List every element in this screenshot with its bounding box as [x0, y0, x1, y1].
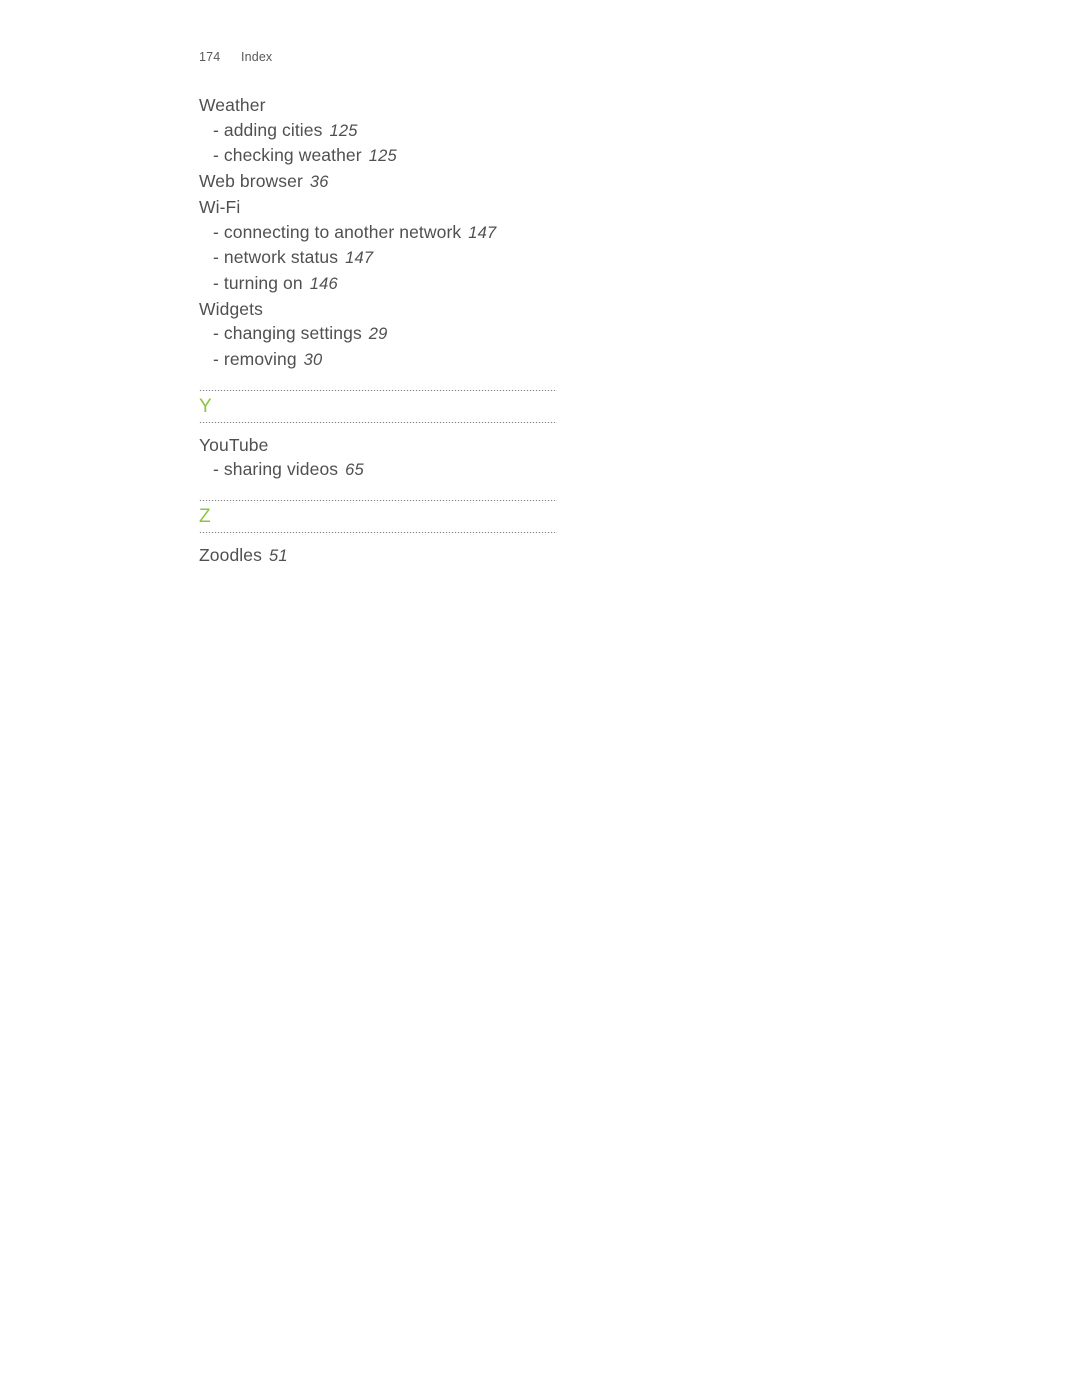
index-entry-label: - changing settings [213, 323, 362, 344]
index-body: Weather - adding cities 125- checking weat… [199, 93, 899, 569]
index-entry: Wi-Fi [199, 195, 899, 220]
index-entry-label: - checking weather [213, 145, 362, 166]
index-entry: Weather [199, 93, 899, 118]
letter-heading: Z [199, 506, 211, 528]
index-entry-page-ref[interactable]: 147 [345, 249, 373, 267]
index-entry-label: - removing [213, 349, 297, 370]
index-letter-section: Y YouTube - sharing videos 65 [199, 389, 899, 483]
index-entry-page-ref[interactable]: 29 [369, 325, 388, 343]
index-entry-label: - sharing videos [213, 459, 339, 480]
index-entry-label: YouTube [199, 434, 269, 455]
index-entry-page-ref[interactable]: 65 [345, 461, 364, 479]
index-entry-page-ref[interactable]: 147 [468, 224, 496, 242]
index-entry-page-ref[interactable]: 125 [329, 122, 357, 140]
index-entry: YouTube [199, 433, 899, 458]
index-entry-label: Wi-Fi [199, 196, 241, 217]
page-number: 174 [199, 50, 221, 64]
index-entry-label: - network status [213, 247, 339, 268]
index-entry-page-ref[interactable]: 125 [369, 147, 397, 165]
index-entry-page-ref[interactable]: 146 [310, 275, 338, 293]
running-header: 174 Index [199, 50, 272, 64]
section-name: Index [241, 50, 273, 64]
letter-heading: Y [199, 395, 212, 417]
index-subentry: - network status 147 [199, 245, 899, 271]
index-entry-list: YouTube - sharing videos 65 [199, 433, 899, 483]
index-entry: Widgets [199, 297, 899, 322]
index-subentry: - sharing videos 65 [199, 457, 899, 483]
dotted-rule-bottom [199, 532, 557, 534]
index-entry-label: Zoodles [199, 545, 262, 566]
index-letter-groups: Y YouTube - sharing videos 65 Z Zoodles 51 [199, 389, 899, 569]
index-entry-label: Web browser [199, 171, 303, 192]
letter-group-header: Z [199, 500, 557, 534]
letter-group-header: Y [199, 389, 557, 423]
index-letter-section: Z Zoodles 51 [199, 500, 899, 569]
index-subentry: - turning on 146 [199, 271, 899, 297]
index-entry-label: - turning on [213, 272, 303, 293]
index-entry-list: Weather - adding cities 125- checking weat… [199, 93, 899, 373]
index-entry: Zoodles 51 [199, 543, 899, 569]
index-subentry: - removing 30 [199, 347, 899, 373]
index-entry-page-ref[interactable]: 36 [310, 173, 329, 191]
index-entry-page-ref[interactable]: 51 [269, 547, 288, 565]
index-entry-label: Weather [199, 95, 266, 115]
dotted-rule-bottom [199, 421, 557, 423]
index-subentry: - connecting to another network 147 [199, 220, 899, 246]
index-entry: Web browser 36 [199, 169, 899, 195]
index-page: 174 Index Weather - adding cities 125- che… [0, 0, 1080, 1397]
index-subentry: - adding cities 125 [199, 118, 899, 144]
index-entry-label: Widgets [199, 298, 263, 319]
index-entry-label: - adding cities [213, 119, 323, 140]
index-subentry: - checking weather 125 [199, 143, 899, 169]
index-subentry: - changing settings 29 [199, 321, 899, 347]
index-entry-label: - connecting to another network [213, 221, 462, 242]
index-entry-page-ref[interactable]: 30 [304, 351, 323, 369]
index-entry-list: Zoodles 51 [199, 543, 899, 569]
